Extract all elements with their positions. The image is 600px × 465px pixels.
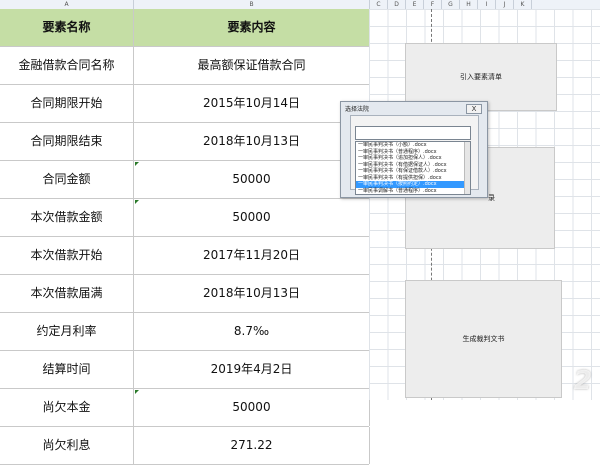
cell-name[interactable]: 合同金额 [0, 161, 134, 198]
column-header-c[interactable]: C [370, 0, 388, 9]
dialog-title: 选择法院 [345, 106, 370, 113]
cell-name[interactable]: 尚欠本金 [0, 389, 134, 426]
cell-value[interactable]: 2017年11月20日 [134, 237, 370, 274]
table-row: 本次借款开始 2017年11月20日 [0, 237, 370, 275]
template-combobox[interactable] [355, 126, 471, 140]
cell-value[interactable]: 2018年10月13日 [134, 123, 370, 160]
column-header-g[interactable]: G [442, 0, 460, 9]
cell-name[interactable]: 尚欠利息 [0, 427, 134, 464]
cell-value-text: 50000 [232, 400, 271, 414]
comment-indicator [135, 200, 139, 204]
cell-value[interactable]: 8.7‰ [134, 313, 370, 350]
comment-indicator [135, 390, 139, 394]
table-row: 金融借款合同名称 最高额保证借款合同 [0, 47, 370, 85]
table-row: 合同期限结束 2018年10月13日 [0, 123, 370, 161]
column-header-a[interactable]: A [0, 0, 134, 9]
table-row: 本次借款金额 50000 [0, 199, 370, 237]
cell-value[interactable]: 50000 [134, 199, 370, 236]
header-cell-name[interactable]: 要素名称 [0, 9, 134, 46]
select-court-dialog: 选择法院 X 一审民事判决书（小额）.docx 一审民事判决书（普通程序）.do… [340, 101, 488, 198]
cell-value[interactable]: 2019年4月2日 [134, 351, 370, 388]
generate-judgment-button[interactable]: 生成裁判文书 [405, 280, 562, 398]
column-header-d[interactable]: D [388, 0, 406, 9]
column-header-h[interactable]: H [460, 0, 478, 9]
header-cell-content[interactable]: 要素内容 [134, 9, 370, 46]
cell-value[interactable]: 最高额保证借款合同 [134, 47, 370, 84]
cell-name[interactable]: 金融借款合同名称 [0, 47, 134, 84]
column-header-j[interactable]: J [496, 0, 514, 9]
cell-value[interactable]: 2015年10月14日 [134, 85, 370, 122]
table-row: 合同金额 50000 [0, 161, 370, 199]
table-row: 尚欠本金 50000 [0, 389, 370, 427]
table-row: 结算时间 2019年4月2日 [0, 351, 370, 389]
column-header-b[interactable]: B [134, 0, 370, 9]
cell-value[interactable]: 50000 [134, 389, 370, 426]
template-listbox[interactable]: 一审民事判决书（小额）.docx 一审民事判决书（普通程序）.docx 一审民事… [355, 141, 471, 195]
cell-name[interactable]: 合同期限结束 [0, 123, 134, 160]
cell-name[interactable]: 本次借款届满 [0, 275, 134, 312]
cell-value[interactable]: 271.22 [134, 427, 370, 464]
table-row: 约定月利率 8.7‰ [0, 313, 370, 351]
cell-value[interactable]: 50000 [134, 161, 370, 198]
close-icon[interactable]: X [466, 104, 482, 114]
comment-indicator [135, 162, 139, 166]
cell-name[interactable]: 本次借款开始 [0, 237, 134, 274]
cell-name[interactable]: 约定月利率 [0, 313, 134, 350]
list-item[interactable]: 一审民事调解书（普通程序）.docx [356, 188, 470, 195]
watermark-logo: 2 [573, 366, 592, 396]
cell-name[interactable]: 合同期限开始 [0, 85, 134, 122]
column-header-i[interactable]: I [478, 0, 496, 9]
table-header-row: 要素名称 要素内容 [0, 9, 370, 47]
table-row: 合同期限开始 2015年10月14日 [0, 85, 370, 123]
table-row: 本次借款届满 2018年10月13日 [0, 275, 370, 313]
cell-value-text: 50000 [232, 172, 271, 186]
dialog-body: 一审民事判决书（小额）.docx 一审民事判决书（普通程序）.docx 一审民事… [350, 115, 479, 195]
cell-name[interactable]: 本次借款金额 [0, 199, 134, 236]
column-header-f[interactable]: F [424, 0, 442, 9]
list-scrollbar[interactable] [464, 142, 470, 194]
cell-value-text: 50000 [232, 210, 271, 224]
cell-name[interactable]: 结算时间 [0, 351, 134, 388]
cell-value[interactable]: 2018年10月13日 [134, 275, 370, 312]
table-row: 尚欠利息 271.22 [0, 427, 370, 465]
column-header-k[interactable]: K [514, 0, 532, 9]
column-header-e[interactable]: E [406, 0, 424, 9]
